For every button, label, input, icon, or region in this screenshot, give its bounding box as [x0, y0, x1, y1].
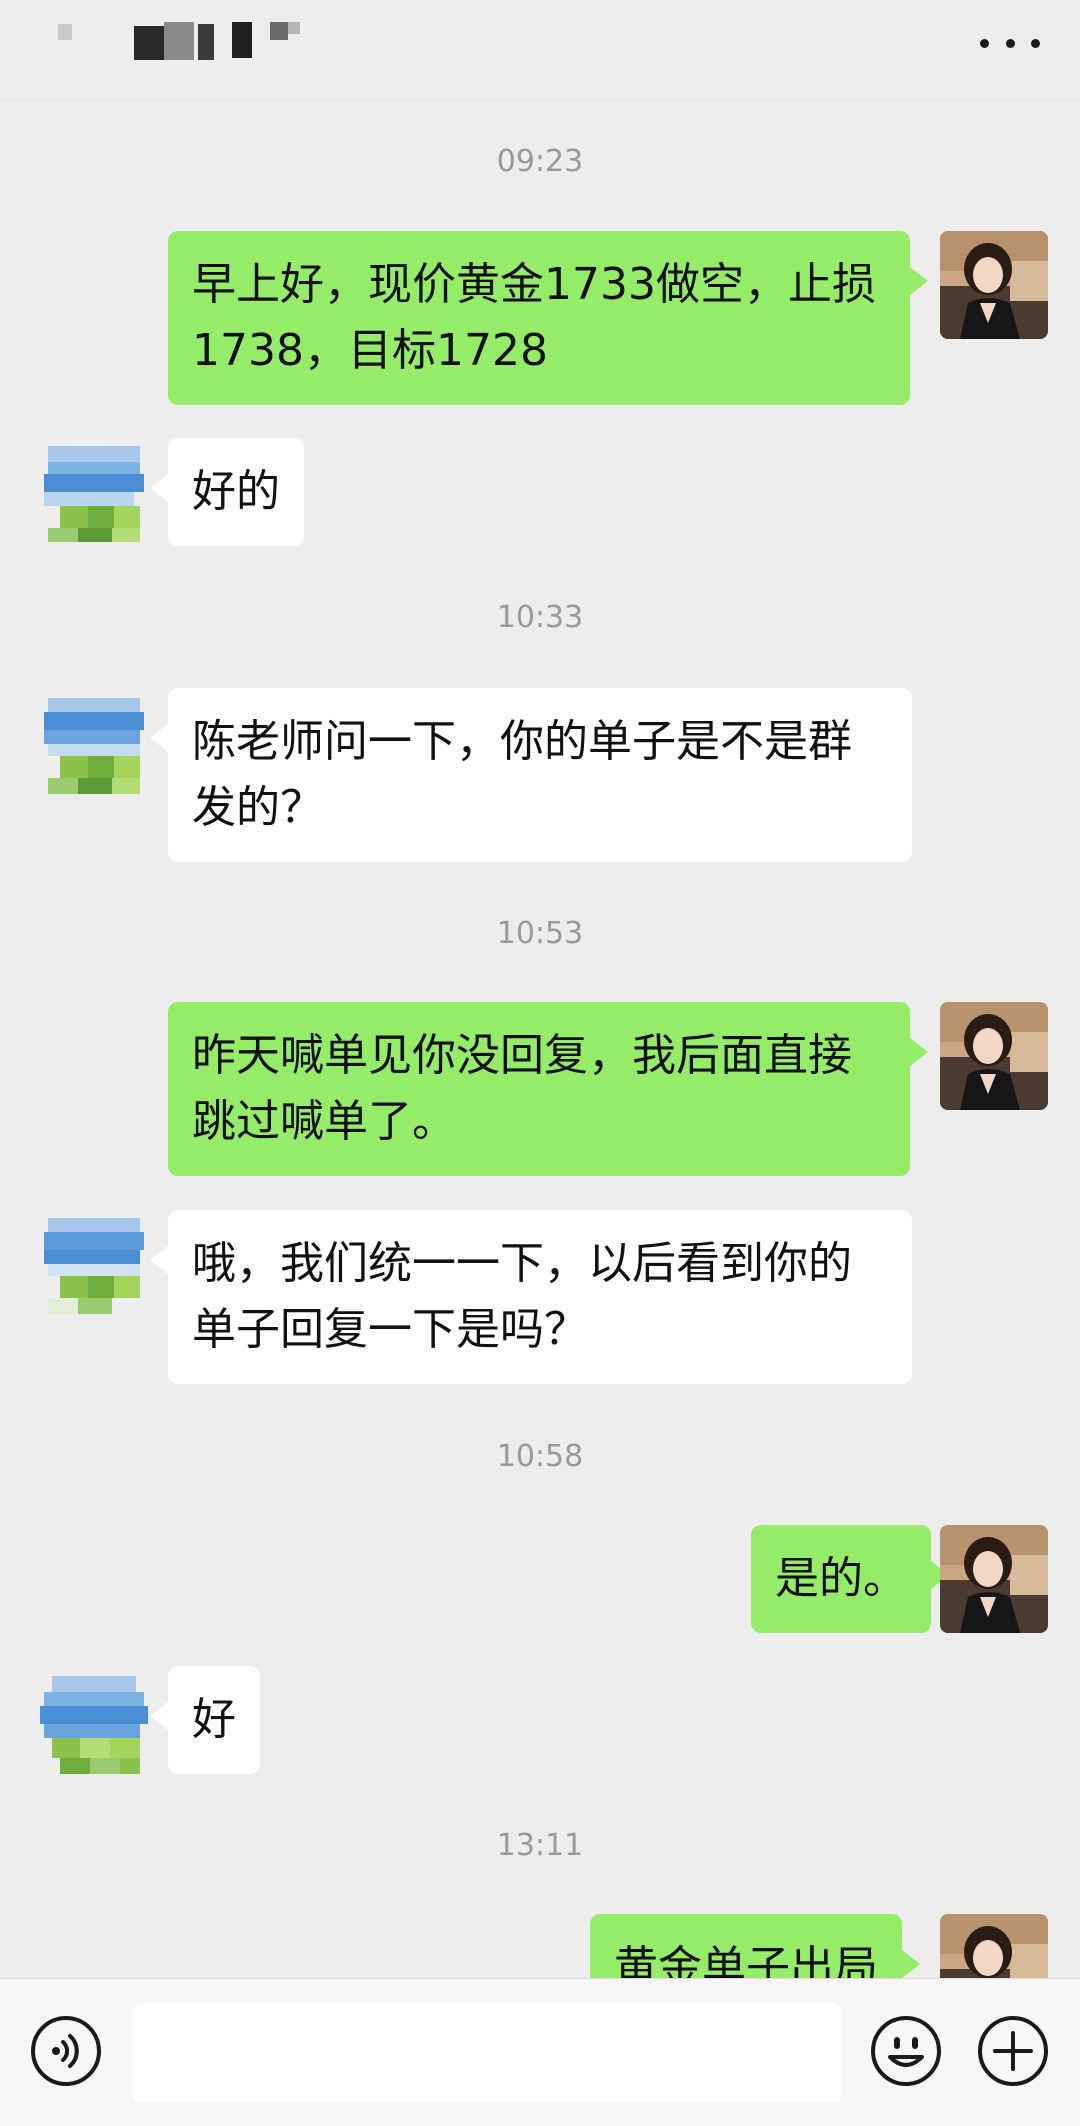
chat-input-bar	[0, 1978, 1080, 2126]
sent-message-bubble[interactable]: 是的。	[751, 1525, 949, 1633]
more-dot	[1031, 38, 1040, 48]
received-message-bubble[interactable]: 好	[150, 1666, 260, 1774]
more-functions-button[interactable]	[975, 2013, 1051, 2089]
self-avatar[interactable]	[940, 1525, 1048, 1633]
more-dots-icon	[980, 38, 989, 48]
self-avatar[interactable]	[940, 1002, 1048, 1110]
contact-name-pixelated	[50, 18, 360, 74]
peer-avatar-pixelated[interactable]	[40, 1210, 148, 1318]
more-options-button[interactable]	[980, 28, 1040, 58]
emoji-button[interactable]	[868, 2013, 944, 2089]
sent-message-bubble[interactable]: 黄金单子出局	[590, 1914, 920, 1978]
sent-message-bubble[interactable]: 早上好，现价黄金1733做空，止损1738，目标1728	[168, 231, 928, 405]
peer-avatar-pixelated[interactable]	[40, 1668, 148, 1776]
voice-icon	[31, 2016, 101, 2086]
message-timestamp: 09:23	[496, 144, 584, 179]
voice-input-button[interactable]	[28, 2013, 104, 2089]
sent-message-bubble[interactable]: 昨天喊单见你没回复，我后面直接跳过喊单了。	[168, 1002, 928, 1176]
more-dot	[1005, 38, 1015, 48]
received-message-bubble[interactable]: 陈老师问一下，你的单子是不是群发的？	[150, 688, 912, 862]
chat-header	[0, 0, 1080, 100]
message-timestamp: 13:11	[496, 1828, 584, 1863]
message-list[interactable]: 09:23 早上好，现价黄金1733做空，止损1738，目标1728 好的 10…	[0, 100, 1080, 1978]
received-message-bubble[interactable]: 哦，我们统一一下，以后看到你的单子回复一下是吗？	[150, 1210, 912, 1384]
emoji-icon	[871, 2016, 941, 2086]
message-input[interactable]	[132, 2003, 842, 2103]
peer-avatar-pixelated[interactable]	[40, 690, 148, 798]
message-timestamp: 10:33	[496, 600, 584, 635]
message-timestamp: 10:53	[496, 916, 584, 951]
self-avatar[interactable]	[940, 1914, 1048, 1978]
received-message-bubble[interactable]: 好的	[150, 438, 304, 546]
message-timestamp: 10:58	[496, 1439, 584, 1474]
plus-icon	[978, 2016, 1048, 2086]
peer-avatar-pixelated[interactable]	[40, 438, 148, 546]
self-avatar[interactable]	[940, 231, 1048, 339]
